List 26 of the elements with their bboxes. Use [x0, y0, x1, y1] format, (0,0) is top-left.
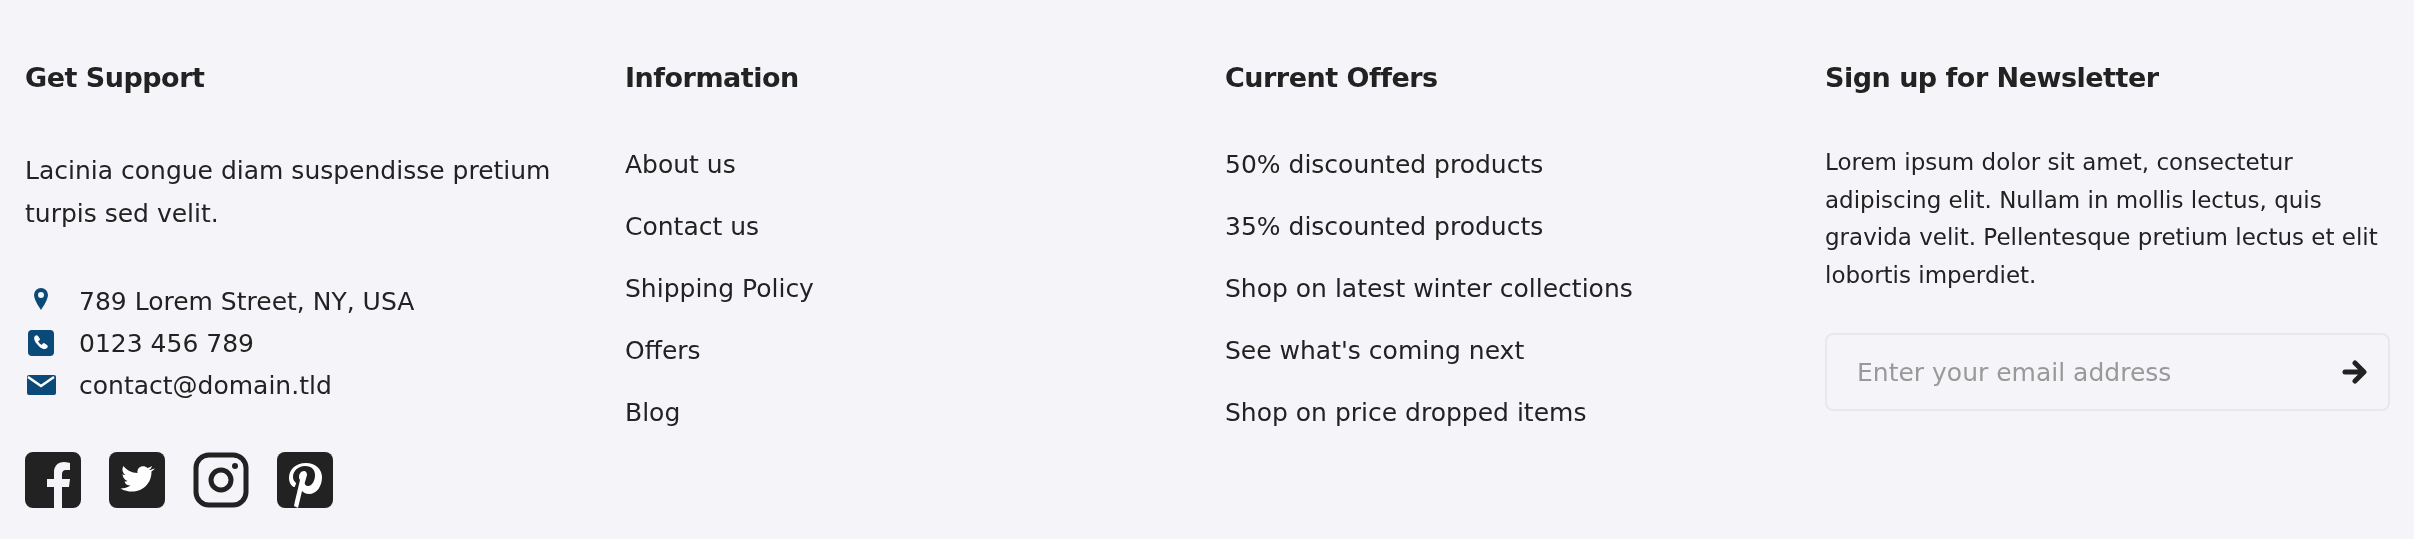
footer-link[interactable]: Blog — [625, 398, 1225, 461]
email-field[interactable]: Enter your email address — [1825, 333, 2390, 412]
section-heading: Information — [625, 62, 800, 95]
description-text: Lorem ipsum dolor sit amet, consectetur adipiscing elit. Nullam in mollis lectus, quis gravida velit. Pellentesque pretium lectus et elit lobortis imperdiet. — [1825, 148, 2379, 290]
footer-link[interactable]: About us — [625, 150, 1225, 213]
section-heading: Get Support — [25, 62, 206, 95]
arrow-right-icon — [2342, 360, 2368, 385]
address-text: 789 Lorem Street, NY, USA — [79, 285, 415, 318]
footer-link[interactable]: 35% discounted products — [1225, 212, 1825, 275]
footer-link[interactable]: See what's coming next — [1225, 336, 1825, 399]
footer-link[interactable]: Shop on latest winter collections — [1225, 274, 1825, 337]
footer-link[interactable]: Shipping Policy — [625, 274, 1225, 337]
description-text: Lacinia congue diam suspendisse pretium turpis sed velit. — [25, 155, 552, 230]
footer-link[interactable]: 50% discounted products — [1225, 150, 1825, 213]
section-heading: Sign up for Newsletter — [1825, 62, 2160, 95]
twitter-icon[interactable] — [109, 452, 165, 509]
footer-link[interactable]: Shop on price dropped items — [1225, 398, 1825, 461]
facebook-icon[interactable] — [25, 452, 81, 509]
email-text: contact@domain.tld — [79, 369, 332, 402]
instagram-icon[interactable] — [193, 452, 249, 509]
footer-link[interactable]: Offers — [625, 336, 1225, 399]
phone-text: 0123 456 789 — [79, 327, 254, 360]
section-heading: Current Offers — [1225, 62, 1439, 95]
pinterest-icon[interactable] — [277, 452, 333, 509]
footer-link[interactable]: Contact us — [625, 212, 1225, 275]
phone-icon — [25, 329, 57, 358]
